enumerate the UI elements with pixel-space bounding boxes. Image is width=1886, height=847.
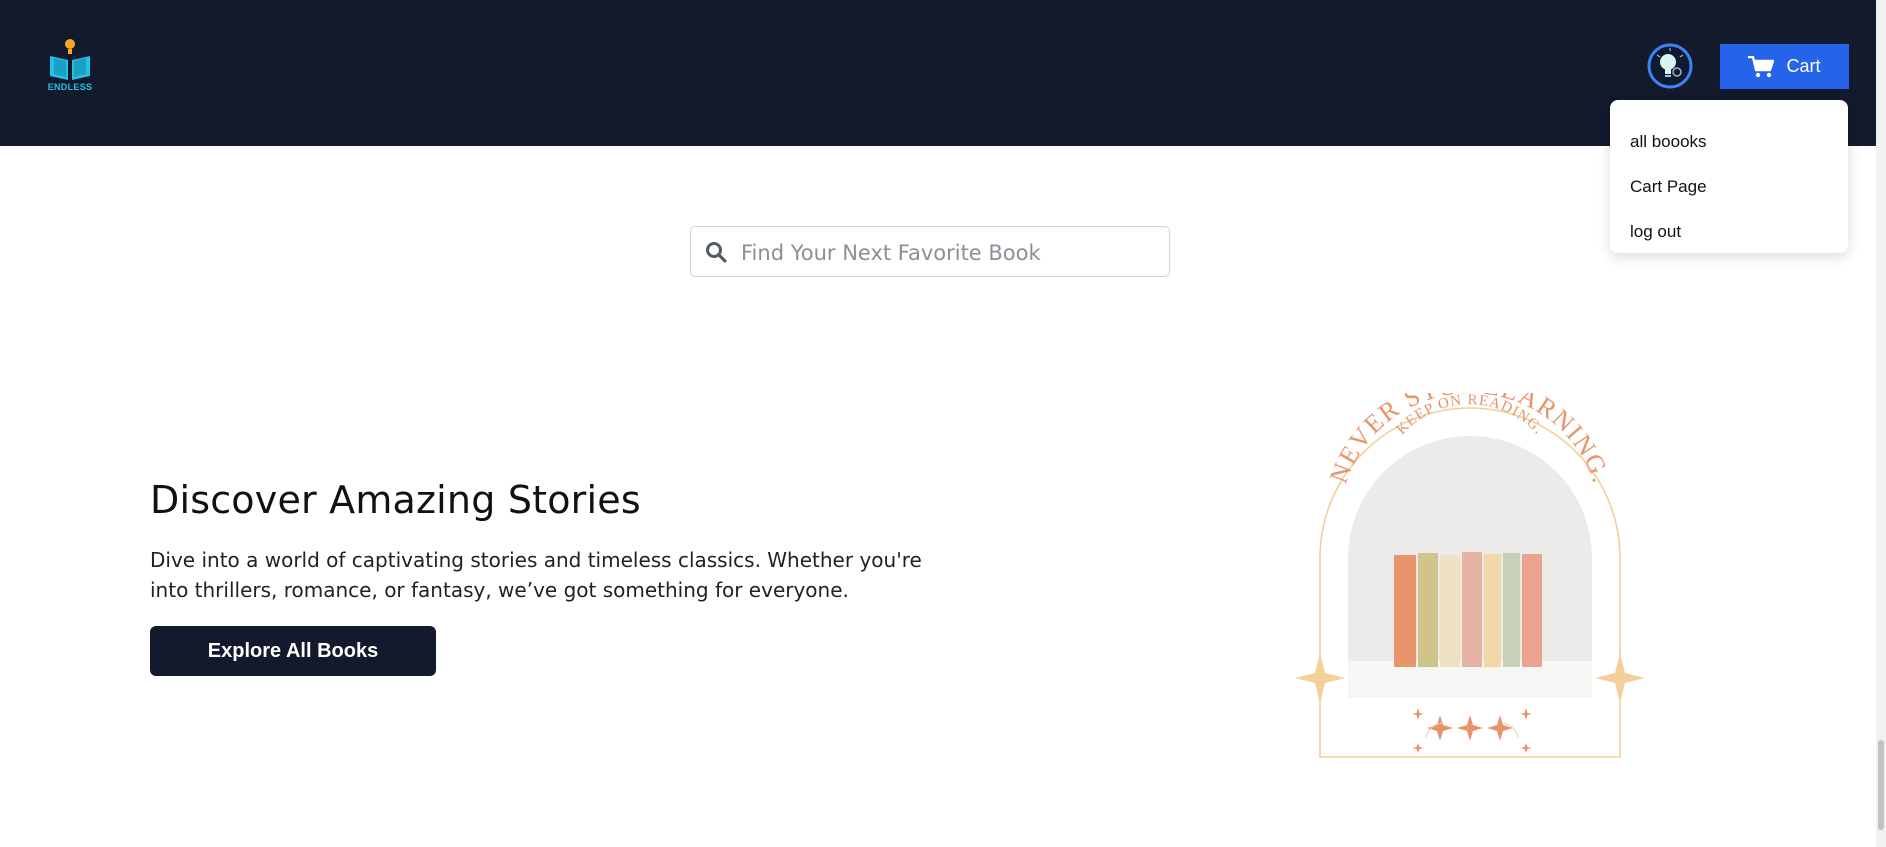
cart-button-label: Cart [1786, 56, 1821, 76]
explore-all-books-button[interactable]: Explore All Books [150, 626, 436, 676]
book-lightbulb-logo-icon [50, 39, 90, 80]
user-dropdown-menu: all boooks Cart Page log out [1610, 100, 1848, 253]
cart-button[interactable]: Cart [1720, 44, 1849, 89]
top-navbar: ENDLESS Cart [0, 0, 1886, 146]
lightbulb-avatar-icon [1647, 43, 1693, 89]
reading-illustration: KEEP ON READING. NEVER STOP LEARNING. [1290, 370, 1650, 763]
search-icon [706, 242, 727, 263]
hero-description: Dive into a world of captivating stories… [150, 548, 922, 602]
page: ENDLESS Cart all boooks Cart Page log ou… [0, 0, 1886, 847]
menu-item-cart-page[interactable]: Cart Page [1610, 164, 1848, 209]
user-avatar[interactable] [1647, 43, 1693, 89]
search-bar [690, 226, 1170, 278]
menu-item-log-out[interactable]: log out [1610, 209, 1848, 254]
never-stop-learning-illustration: KEEP ON READING. NEVER STOP LEARNING. [1295, 370, 1645, 758]
scrollbar-thumb[interactable] [1878, 740, 1884, 830]
page-scrollbar[interactable] [1876, 0, 1886, 847]
search-input[interactable] [739, 227, 1163, 278]
hero-title: Discover Amazing Stories [150, 478, 641, 522]
endless-logo[interactable]: ENDLESS [46, 36, 94, 94]
menu-item-all-books[interactable]: all boooks [1610, 119, 1848, 164]
logo-text: ENDLESS [47, 82, 93, 92]
shopping-cart-icon [1748, 55, 1775, 77]
